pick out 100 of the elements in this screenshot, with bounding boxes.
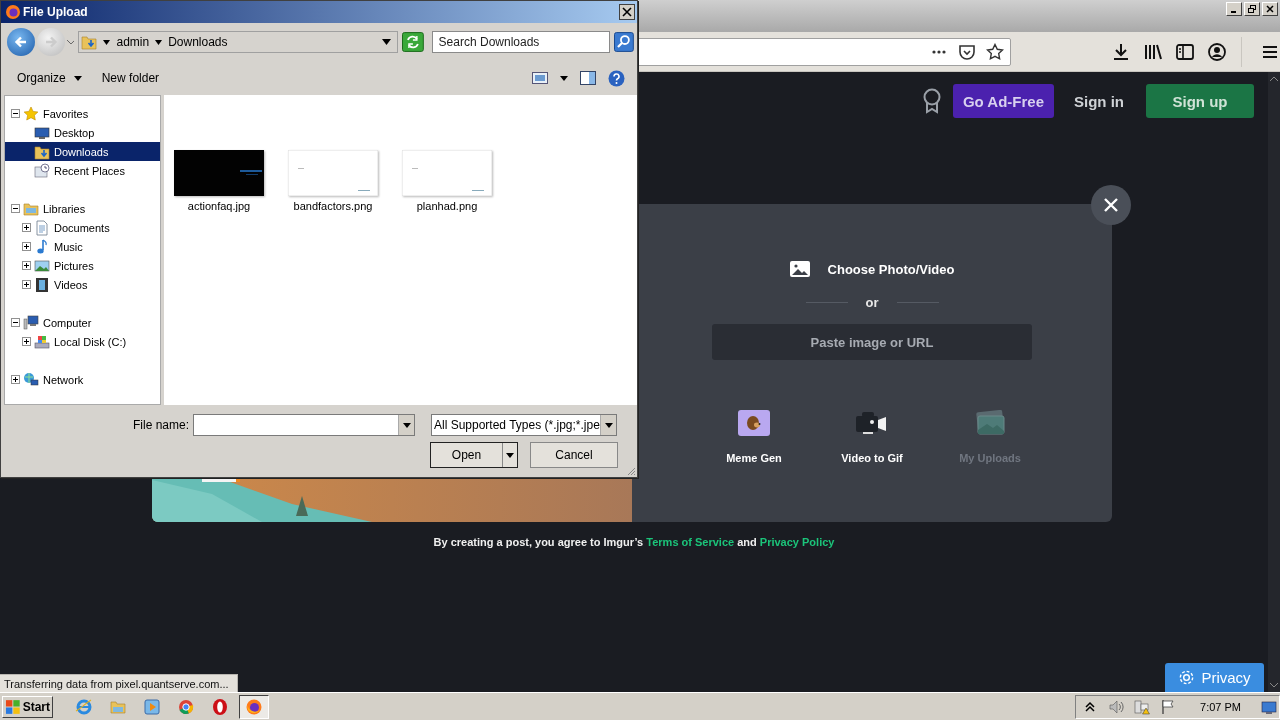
close-button[interactable] <box>1091 185 1131 225</box>
computer-icon <box>23 314 39 331</box>
expand-icon[interactable] <box>22 261 31 270</box>
network-icon <box>23 371 39 388</box>
star-icon[interactable] <box>986 42 1004 61</box>
upload-option[interactable]: Meme Gen <box>695 410 813 464</box>
tree-item[interactable]: Downloads <box>5 142 160 161</box>
collapse-icon[interactable] <box>11 204 20 213</box>
expand-icon[interactable] <box>22 337 31 346</box>
start-button[interactable]: Start <box>2 695 53 718</box>
expand-icon[interactable] <box>11 375 20 384</box>
restore-icon <box>1248 5 1256 13</box>
history-caret-icon[interactable] <box>66 39 75 45</box>
open-button[interactable]: Open <box>430 442 518 468</box>
file-name-field[interactable] <box>193 414 415 436</box>
round-browser-icon <box>177 697 195 716</box>
caret-icon[interactable] <box>604 422 613 428</box>
sidebar-icon[interactable] <box>1175 41 1195 62</box>
terms-of-service-link[interactable]: Terms of Service <box>646 536 735 548</box>
network-warning-icon[interactable] <box>1134 698 1151 715</box>
choose-photo-video-button[interactable]: Choose Photo/Video <box>789 261 955 277</box>
expand-icon[interactable] <box>22 242 31 251</box>
terms-notice: By creating a post, you agree to Imgur’s Terms of Service and Privacy Policy <box>432 536 836 548</box>
restore-button[interactable] <box>1244 2 1260 16</box>
tree-item[interactable]: Videos <box>5 275 160 294</box>
caret-icon[interactable] <box>402 422 411 428</box>
caret-icon[interactable] <box>155 39 163 45</box>
scroll-up-icon[interactable] <box>1270 76 1278 82</box>
expand-icon[interactable] <box>22 280 31 289</box>
tree-item[interactable]: Network <box>5 370 160 389</box>
dropdown-caret-icon[interactable] <box>381 39 391 45</box>
scroll-down-icon[interactable] <box>1270 682 1278 688</box>
fox-icon <box>5 4 21 20</box>
star-icon <box>23 105 39 122</box>
tree-item[interactable]: Local Disk (C:) <box>5 332 160 351</box>
address-bar[interactable]: admin Downloads <box>78 31 398 53</box>
photo-stack-icon <box>974 410 1006 436</box>
close-button[interactable] <box>619 4 635 20</box>
clock[interactable]: 7:07 PM <box>1200 700 1241 713</box>
tree-item[interactable]: Desktop <box>5 123 160 142</box>
search-icon[interactable] <box>614 32 634 52</box>
scrollbar[interactable] <box>1268 72 1280 692</box>
globe-icon <box>75 697 93 716</box>
music-note-icon <box>34 238 50 255</box>
expand-icon[interactable] <box>22 223 31 232</box>
collapse-icon[interactable] <box>11 318 20 327</box>
breadcrumb-item[interactable]: admin <box>116 35 150 49</box>
monitor-icon <box>34 124 50 141</box>
breadcrumb-item[interactable]: Downloads <box>168 35 228 49</box>
file-item[interactable]: planhad.png <box>402 150 492 212</box>
collapse-icon[interactable] <box>11 109 20 118</box>
minimize-button[interactable] <box>1226 2 1242 16</box>
or-divider-text: or <box>865 295 879 310</box>
cancel-button[interactable]: Cancel <box>530 442 618 468</box>
view-icon[interactable] <box>532 71 548 85</box>
go-ad-free-button[interactable]: Go Ad-Free <box>952 84 1054 118</box>
sign-in-link[interactable]: Sign in <box>1066 88 1132 114</box>
fox-icon <box>245 697 263 716</box>
download-icon[interactable] <box>1111 41 1131 62</box>
new-folder-button[interactable]: New folder <box>101 71 160 85</box>
pictures-icon <box>34 257 50 274</box>
tree-item[interactable]: Music <box>5 237 160 256</box>
tree-item[interactable]: Computer <box>5 313 160 332</box>
play-icon <box>143 697 161 716</box>
upload-option[interactable]: Video to Gif <box>813 410 931 464</box>
pocket-icon[interactable] <box>958 42 976 61</box>
paste-url-field[interactable]: Paste image or URL <box>712 324 1032 360</box>
file-name-label: File name: <box>132 418 189 432</box>
speaker-icon[interactable] <box>1108 698 1125 715</box>
tree-item[interactable]: Recent Places <box>5 161 160 180</box>
show-desktop-icon[interactable] <box>1261 698 1277 715</box>
settings-icon <box>1178 669 1196 686</box>
flag-icon[interactable] <box>1160 698 1177 715</box>
caret-icon[interactable] <box>103 39 111 45</box>
account-icon[interactable] <box>1207 41 1227 62</box>
resize-grip-icon[interactable] <box>626 466 636 476</box>
preview-pane-icon[interactable] <box>580 71 596 85</box>
close-icon <box>1266 5 1274 13</box>
organize-menu[interactable]: Organize <box>17 71 82 85</box>
back-button[interactable] <box>7 28 35 56</box>
dog-head-icon <box>738 410 770 436</box>
file-type-dropdown[interactable]: All Supported Types (*.jpg;*.jpe <box>431 414 617 436</box>
taskbar-app[interactable] <box>239 694 269 719</box>
caret-icon[interactable] <box>506 452 514 458</box>
file-item[interactable]: actionfaq.jpg <box>174 150 264 212</box>
file-item[interactable]: bandfactors.png <box>288 150 378 212</box>
tree-item[interactable]: Libraries <box>5 199 160 218</box>
disk-icon <box>34 333 50 350</box>
image-icon <box>789 261 810 277</box>
tree-item[interactable]: Pictures <box>5 256 160 275</box>
sign-up-button[interactable]: Sign up <box>1146 84 1254 118</box>
tree-item[interactable]: Documents <box>5 218 160 237</box>
search-field[interactable]: Search Downloads <box>431 31 611 53</box>
help-icon[interactable] <box>608 69 625 87</box>
caret-icon[interactable] <box>560 75 568 81</box>
folder-download-icon <box>81 34 98 50</box>
tree-item[interactable]: Favorites <box>5 104 160 123</box>
privacy-policy-link[interactable]: Privacy Policy <box>759 536 835 548</box>
caret-icon[interactable] <box>73 75 82 81</box>
refresh-button[interactable] <box>401 32 424 52</box>
